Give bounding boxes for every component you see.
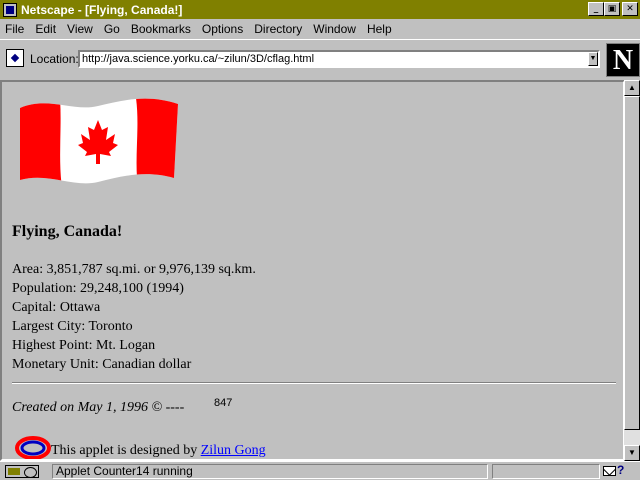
fact-population: Population: 29,248,100 (1994) (12, 281, 184, 296)
fact-area: Area: 3,851,787 sq.mi. or 9,976,139 sq.k… (12, 262, 256, 277)
fact-largest-city: Largest City: Toronto (12, 319, 133, 334)
scroll-down-button[interactable]: ▼ (624, 445, 640, 461)
window-controls: _ ▣ ✕ (588, 2, 638, 16)
fact-monetary-unit: Monetary Unit: Canadian dollar (12, 357, 192, 372)
menu-view[interactable]: View (67, 22, 93, 36)
location-label: Location: (30, 52, 79, 66)
author-link[interactable]: Zilun Gong (201, 443, 266, 458)
scroll-thumb[interactable] (624, 96, 640, 430)
created-date: Created on May 1, 1996 © ---- (12, 400, 185, 415)
menu-edit[interactable]: Edit (35, 22, 56, 36)
menu-help[interactable]: Help (367, 22, 392, 36)
mail-icon[interactable] (603, 466, 616, 476)
title-bar: Netscape - [Flying, Canada!] _ ▣ ✕ (0, 0, 640, 19)
menu-window[interactable]: Window (313, 22, 356, 36)
security-key-icon[interactable] (5, 465, 39, 478)
netscape-logo-icon[interactable]: N (606, 43, 640, 77)
page-content: Flying, Canada! Area: 3,851,787 sq.mi. o… (0, 80, 625, 461)
location-input[interactable]: http://java.science.yorku.ca/~zilun/3D/c… (78, 50, 600, 68)
location-toolbar: Location: http://java.science.yorku.ca/~… (0, 39, 640, 79)
menu-bookmarks[interactable]: Bookmarks (131, 22, 191, 36)
status-text: Applet Counter14 running (52, 464, 488, 479)
hit-counter: 847 (214, 397, 233, 409)
window-title: Netscape - [Flying, Canada!] (21, 2, 183, 17)
menu-directory[interactable]: Directory (254, 22, 302, 36)
page-title: Flying, Canada! (12, 223, 123, 240)
status-bar: Applet Counter14 running ? (0, 461, 640, 480)
fact-highest-point: Highest Point: Mt. Logan (12, 338, 156, 353)
menu-bar: File Edit View Go Bookmarks Options Dire… (0, 19, 640, 38)
restore-button[interactable]: ▣ (604, 2, 620, 16)
applet-credit: This applet is designed by Zilun Gong (51, 443, 266, 459)
scroll-up-button[interactable]: ▲ (624, 80, 640, 96)
menu-go[interactable]: Go (104, 22, 120, 36)
minimize-button[interactable]: _ (588, 2, 604, 16)
menu-options[interactable]: Options (202, 22, 243, 36)
horizontal-rule (12, 382, 616, 384)
canada-flag-image (20, 98, 178, 184)
mail-status: ? (617, 463, 625, 477)
app-icon[interactable] (3, 2, 17, 17)
applet-logo-icon (15, 436, 51, 459)
bookmark-icon[interactable] (6, 49, 24, 67)
fact-capital: Capital: Ottawa (12, 300, 101, 315)
applet-credit-text: This applet is designed by (51, 443, 201, 458)
menu-file[interactable]: File (5, 22, 24, 36)
location-dropdown-button[interactable]: ▼ (588, 52, 598, 66)
progress-indicator (492, 464, 600, 479)
close-button[interactable]: ✕ (622, 2, 638, 16)
vertical-scrollbar[interactable]: ▲ ▼ (624, 80, 640, 461)
